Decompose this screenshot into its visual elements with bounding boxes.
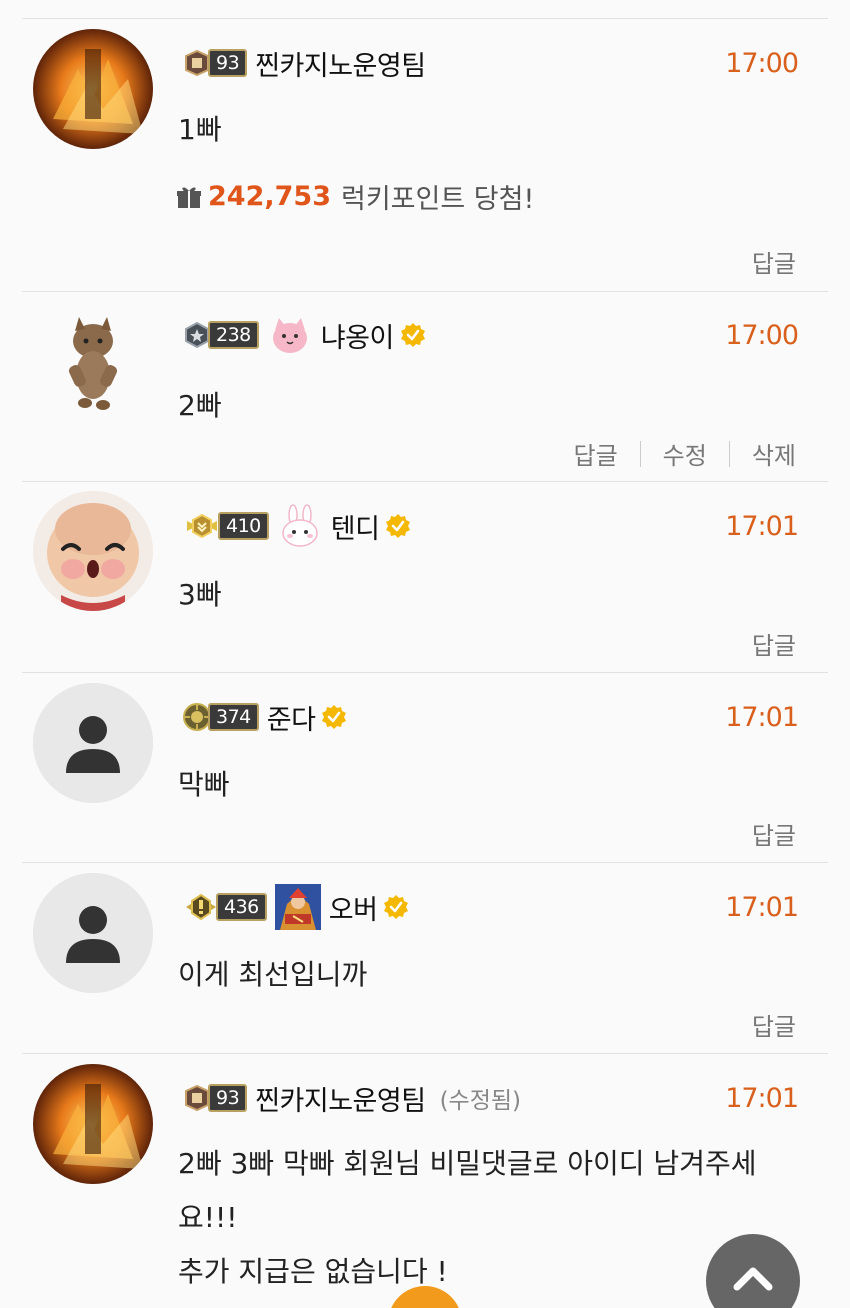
reply-button[interactable]: 답글 [752, 1007, 796, 1042]
comment-actions: 답글 [752, 244, 796, 279]
comment-time: 17:01 [725, 1082, 799, 1114]
default-user-icon [33, 683, 153, 803]
level-number: 436 [216, 893, 267, 921]
comment-header: 238 냐옹이 17:00 [182, 312, 799, 358]
comment-item: 93 찐카지노운영팀 17:00 1빠 242,753 럭키포인트 당첨! 답글 [22, 19, 828, 292]
comment-time: 17:01 [725, 701, 799, 733]
comment-text: 2빠 [178, 389, 222, 422]
level-emblem-icon [186, 893, 216, 921]
comment-text: 3빠 [178, 578, 222, 611]
gift-icon [177, 187, 201, 208]
nickname[interactable]: 오버 [329, 888, 378, 927]
avatar[interactable] [33, 1064, 153, 1184]
comment-item: 238 냐옹이 17:00 2빠 답글 수정 삭제 [22, 291, 828, 482]
comment-actions: 답글 [752, 1007, 796, 1042]
level-number: 93 [208, 49, 248, 77]
lucky-text: 럭키포인트 당첨! [340, 184, 535, 215]
nickname[interactable]: 냐옹이 [321, 316, 395, 355]
comment-header: 93 찐카지노운영팀 (수정됨) 17:01 [182, 1075, 799, 1121]
lucky-point-notice: 242,753 럭키포인트 당첨! [176, 177, 534, 216]
delete-button[interactable]: 삭제 [752, 436, 796, 471]
level-badge: 436 [182, 892, 267, 922]
verified-badge-icon [322, 705, 347, 729]
avatar[interactable] [33, 683, 153, 803]
comment-time: 17:01 [725, 510, 799, 542]
level-number: 238 [208, 321, 259, 349]
avatar[interactable] [33, 303, 153, 423]
avatar[interactable] [33, 29, 153, 149]
reply-button[interactable]: 답글 [752, 626, 796, 661]
verified-badge-icon [384, 895, 409, 919]
reply-button[interactable]: 답글 [752, 244, 796, 279]
default-user-icon [33, 873, 153, 993]
nickname[interactable]: 찐카지노운영팀 [255, 1079, 426, 1118]
comment-time: 17:01 [725, 891, 799, 923]
comment-header: 93 찐카지노운영팀 17:00 [182, 40, 799, 86]
level-number: 374 [208, 703, 259, 731]
comment-text-line: 추가 지급은 없습니다 ! [178, 1255, 448, 1288]
comment-item: 374 준다 17:01 막빠 답글 [22, 672, 828, 863]
level-emblem-icon [187, 513, 217, 539]
level-badge: 238 [182, 320, 259, 350]
avatar[interactable] [33, 873, 153, 993]
character-emoji-badge-icon [274, 884, 321, 930]
level-badge: 374 [182, 702, 259, 732]
level-badge: 410 [182, 511, 269, 541]
reply-button[interactable]: 답글 [573, 436, 617, 471]
comment-item: 410 텐디 17:01 3빠 답글 [22, 481, 828, 673]
comment-actions: 답글 [752, 816, 796, 851]
verified-badge-icon [386, 514, 411, 538]
comment-time: 17:00 [725, 319, 799, 351]
comment-text: 2빠 3빠 막빠 회원님 비밀댓글로 아이디 남겨주세 요!!! 추가 지급은 … [178, 1137, 788, 1299]
comment-header: 436 오버 17:01 [182, 884, 799, 930]
chevron-up-icon [733, 1267, 773, 1291]
reply-button[interactable]: 답글 [752, 816, 796, 851]
comment-item: 436 오버 17:01 이게 최선입니까 답글 [22, 862, 828, 1054]
lucky-amount: 242,753 [208, 181, 331, 212]
comment-text-line: 2빠 3빠 막빠 회원님 비밀댓글로 아이디 남겨주세 [178, 1147, 757, 1180]
level-number: 410 [218, 512, 269, 540]
edit-button[interactable]: 수정 [663, 436, 707, 471]
comment-header: 374 준다 17:01 [182, 694, 799, 740]
nickname[interactable]: 찐카지노운영팀 [255, 44, 426, 83]
divider [728, 440, 730, 467]
level-badge: 93 [182, 48, 248, 78]
nickname[interactable]: 텐디 [331, 507, 380, 546]
comment-text: 막빠 [178, 768, 230, 801]
comment-header: 410 텐디 17:01 [182, 503, 799, 549]
nickname[interactable]: 준다 [267, 698, 316, 737]
comment-list-page: 93 찐카지노운영팀 17:00 1빠 242,753 럭키포인트 당첨! 답글 [0, 0, 850, 1308]
comment-text: 1빠 [178, 113, 222, 146]
comment-actions: 답글 [752, 626, 796, 661]
comment-time: 17:00 [725, 47, 799, 79]
comment-text-line: 요!!! [178, 1201, 238, 1234]
verified-badge-icon [400, 323, 425, 347]
edited-label: (수정됨) [439, 1088, 522, 1114]
level-badge: 93 [182, 1083, 248, 1113]
level-number: 93 [208, 1084, 248, 1112]
comment-actions: 답글 수정 삭제 [573, 436, 796, 471]
avatar[interactable] [33, 491, 153, 611]
comment-text: 이게 최선입니까 [178, 958, 368, 991]
cat-emoji-badge-icon [266, 312, 313, 358]
divider [639, 440, 641, 467]
rabbit-emoji-badge-icon [276, 503, 323, 549]
